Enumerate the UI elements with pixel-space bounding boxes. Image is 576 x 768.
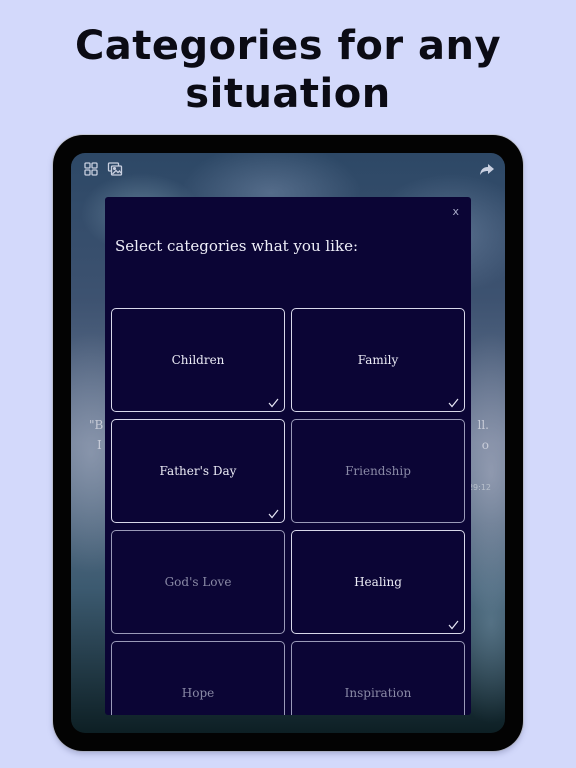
modal-title: Select categories what you like: — [115, 237, 359, 255]
quote-line: "B — [89, 418, 104, 432]
category-card[interactable]: Friendship — [291, 419, 465, 523]
category-card[interactable]: Inspiration — [291, 641, 465, 715]
checkmark-icon — [448, 620, 459, 630]
category-card[interactable]: Father's Day — [111, 419, 285, 523]
share-icon[interactable] — [479, 161, 495, 177]
gallery-icon[interactable] — [107, 161, 123, 177]
quote-line: ll. — [477, 418, 490, 432]
category-grid: Children Family Father's Day Friendship God'… — [111, 308, 465, 715]
category-card[interactable]: God's Love — [111, 530, 285, 634]
background-quote-left: "B I — [89, 415, 103, 455]
checkmark-icon — [448, 398, 459, 408]
category-label: Father's Day — [159, 464, 237, 478]
headline: Categories for any situation — [74, 23, 502, 117]
category-label: Friendship — [345, 464, 411, 478]
category-label: Healing — [354, 575, 402, 589]
category-card[interactable]: Healing — [291, 530, 465, 634]
checkmark-icon — [268, 509, 279, 519]
category-card[interactable]: Children — [111, 308, 285, 412]
grid-icon[interactable] — [83, 161, 99, 177]
tablet-frame: "B I ll. o 29:12 x Select categories wha… — [53, 135, 523, 751]
checkmark-icon — [268, 398, 279, 408]
category-label: Hope — [181, 686, 215, 700]
background-quote-right: ll. o — [478, 415, 490, 455]
category-selection-modal: x Select categories what you like: Child… — [105, 197, 471, 715]
category-card[interactable]: Family — [291, 308, 465, 412]
quote-line: I — [97, 438, 102, 452]
category-label: God's Love — [164, 575, 232, 589]
quote-reference: 29:12 — [467, 483, 491, 492]
app-screen: "B I ll. o 29:12 x Select categories wha… — [71, 153, 505, 733]
category-label: Inspiration — [344, 686, 412, 700]
category-label: Family — [357, 353, 399, 367]
close-button[interactable]: x — [452, 205, 459, 218]
category-label: Children — [171, 353, 225, 367]
quote-line: o — [481, 438, 489, 452]
category-card[interactable]: Hope — [111, 641, 285, 715]
